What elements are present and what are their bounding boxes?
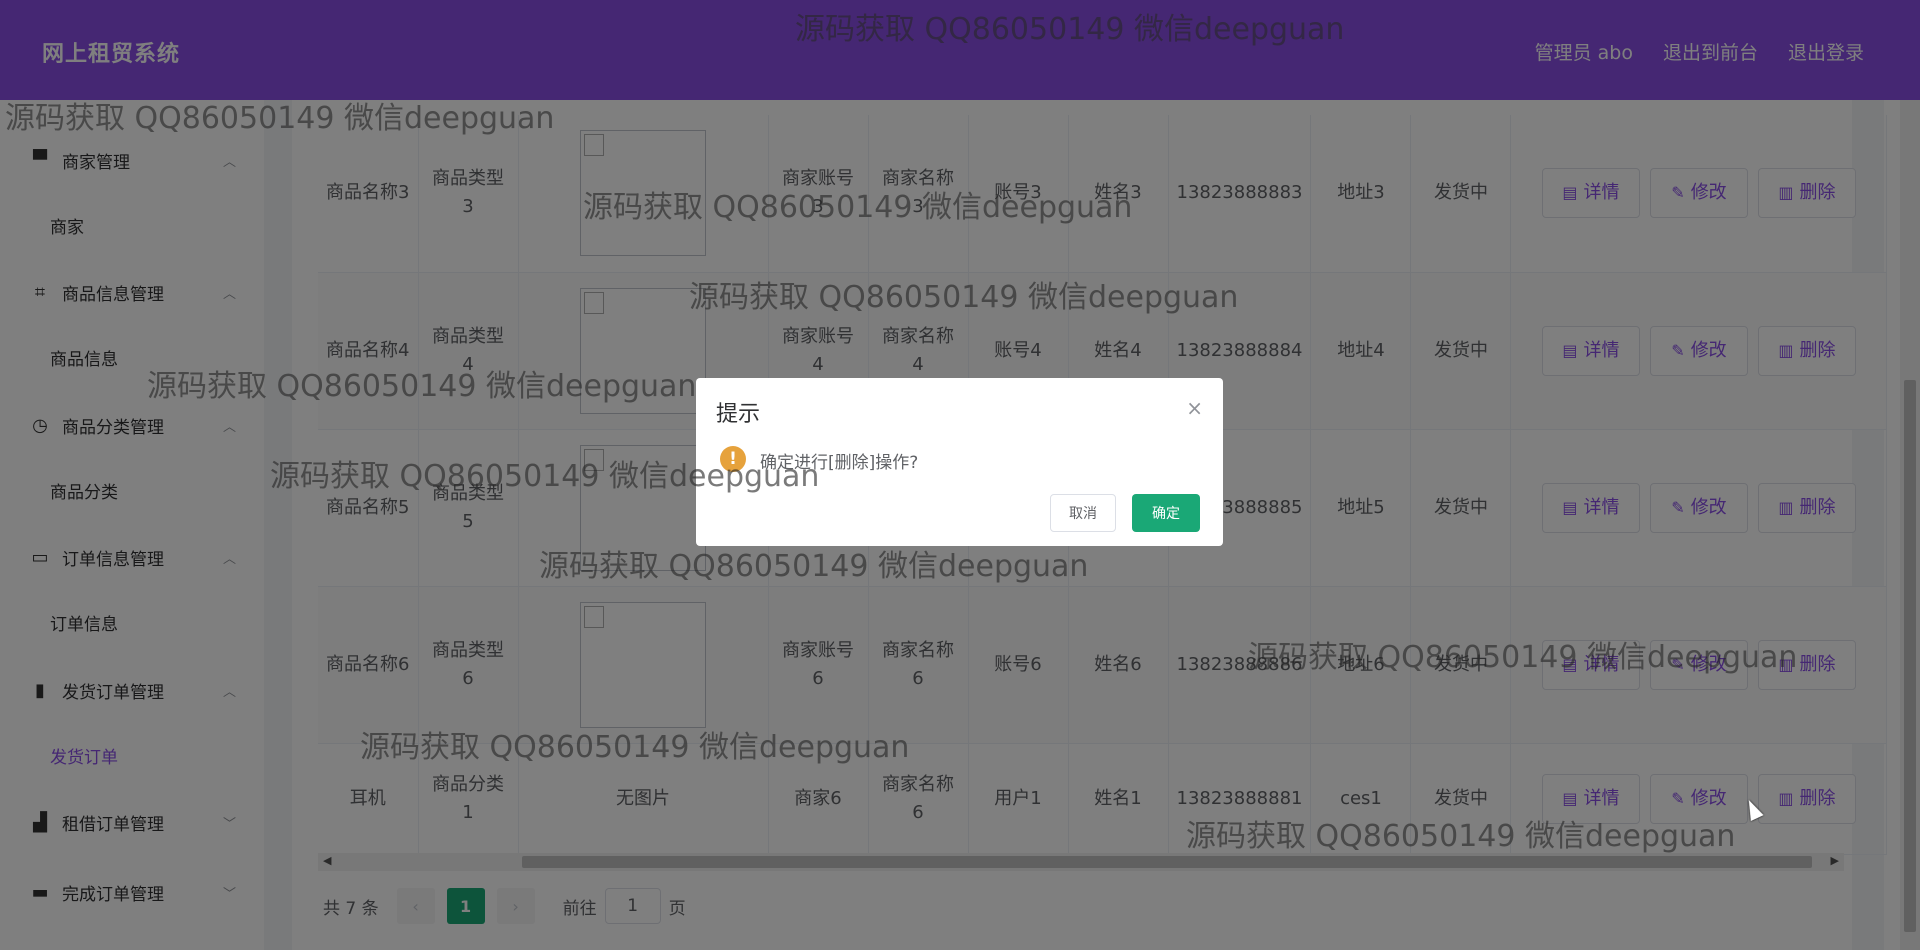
dialog-message: 确定进行[删除]操作? <box>760 453 919 473</box>
confirm-dialog: 提示 × ! 确定进行[删除]操作? 取消 确定 <box>696 378 1223 546</box>
confirm-button[interactable]: 确定 <box>1132 494 1200 532</box>
dialog-title: 提示 <box>716 402 761 427</box>
close-icon[interactable]: × <box>1186 396 1203 420</box>
cancel-button[interactable]: 取消 <box>1050 494 1116 532</box>
warning-icon: ! <box>720 446 746 472</box>
